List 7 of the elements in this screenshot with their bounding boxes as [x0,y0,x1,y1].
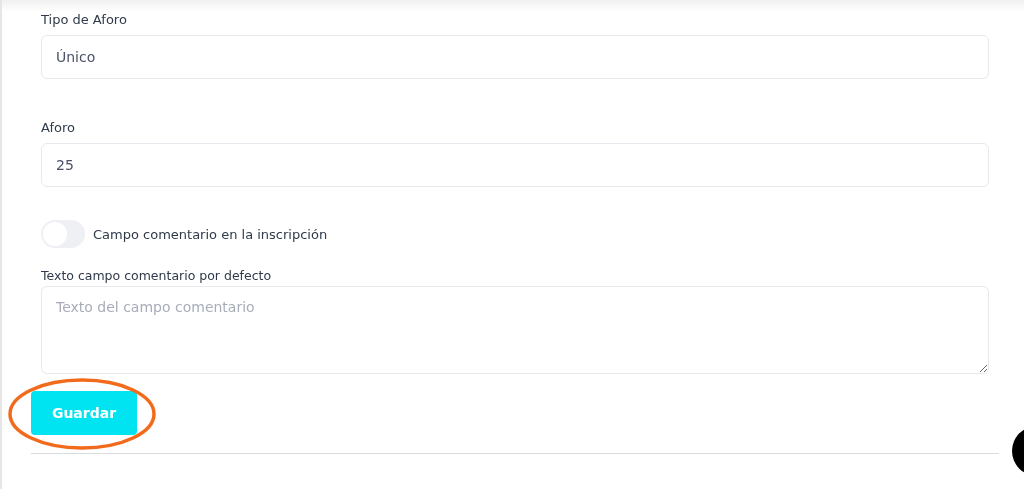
toggle-label: Campo comentario en la inscripción [93,226,328,242]
comment-field[interactable]: Texto del campo comentario [41,286,989,374]
text-field[interactable]: 25 [41,143,989,187]
field-label: Aforo [41,120,76,135]
field-label: Tipo de Aforo [41,12,128,27]
text-field[interactable]: Único [41,35,989,79]
field-label: Texto campo comentario por defecto [41,268,273,283]
